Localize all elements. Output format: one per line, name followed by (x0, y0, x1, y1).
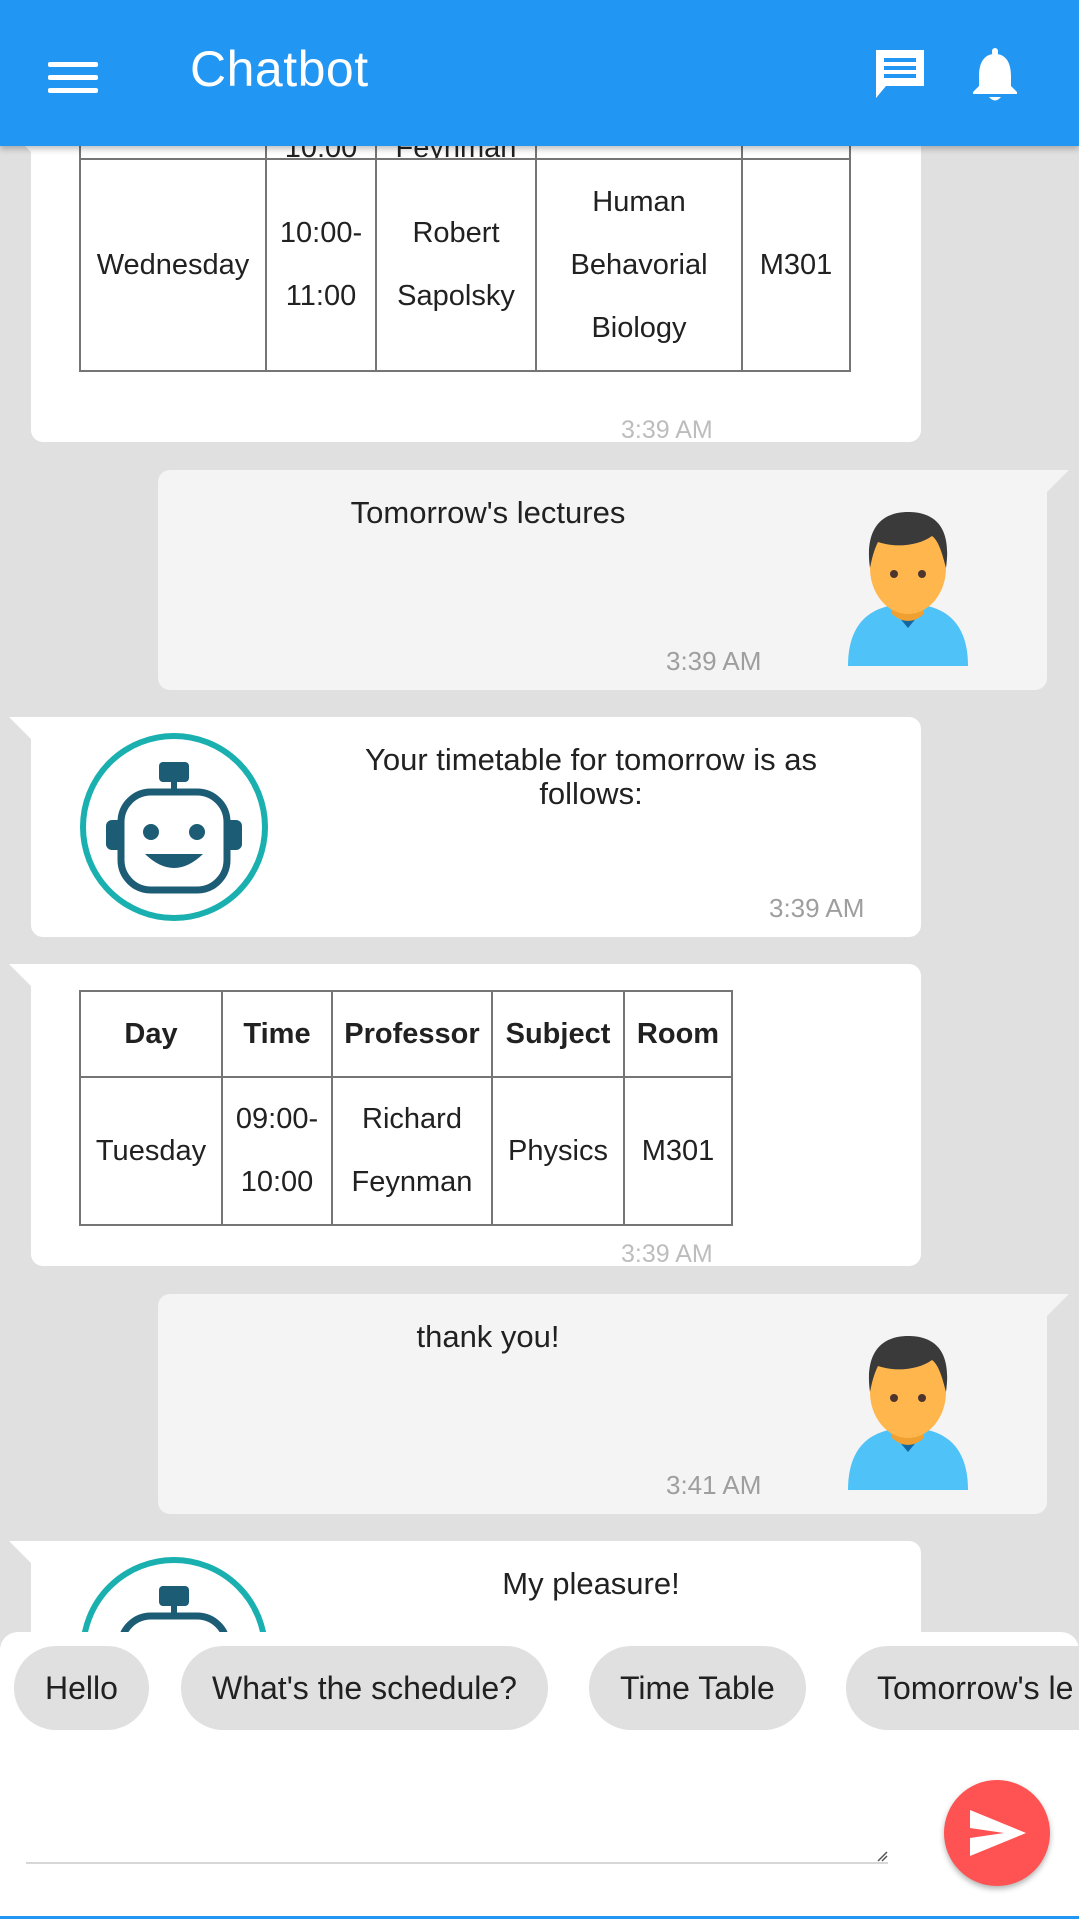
chat-messages[interactable]: 10:00 Feynman Wednesday 10:00-11:00 Robe… (0, 0, 1079, 1632)
table-header-row: Day Time Professor Subject Room (79, 990, 733, 1078)
input-underline (26, 1862, 888, 1864)
table-row: Wednesday 10:00- 11:00 Robert Sapolsky Hum… (79, 158, 851, 372)
table-cell-subject: Human Behavorial Biology (535, 158, 743, 372)
quick-reply-schedule[interactable]: What's the schedule? (181, 1646, 548, 1730)
bell-icon[interactable] (970, 46, 1020, 104)
user-message: thank you! 3:41 AM (158, 1294, 1069, 1514)
table-cell-day: Wednesday (79, 158, 267, 372)
bot-message-table-previous: 10:00 Feynman Wednesday 10:00-11:00 Robe… (9, 100, 921, 444)
table-cell-day: Tuesday (79, 1076, 223, 1226)
message-timestamp: 3:39 AM (621, 416, 713, 444)
chat-icon[interactable] (872, 46, 928, 102)
bot-message-table: Day Time Professor Subject Room Tuesday … (9, 964, 921, 1268)
table-row: Tuesday 09:00- 10:00 Richard Feynman Physi… (79, 1076, 733, 1226)
message-text: Tomorrow's lectures (350, 495, 626, 530)
table-cell-professor: Richard Feynman (331, 1076, 493, 1226)
menu-icon[interactable] (48, 62, 100, 93)
bot-avatar-icon (81, 1557, 267, 1632)
timetable: Day Time Professor Subject Room Tuesday … (79, 990, 733, 1226)
table-cell-time: 10:00- 11:00 (265, 158, 377, 372)
message-text: My pleasure! (502, 1566, 680, 1601)
composer: Hello What's the schedule? Time Table To… (0, 1632, 1079, 1919)
app-bar: Chatbot (0, 0, 1079, 146)
message-text: thank you! (416, 1319, 560, 1354)
message-timestamp: 3:39 AM (769, 893, 865, 923)
app-title: Chatbot (190, 41, 369, 97)
table-cell-time: 09:00- 10:00 (221, 1076, 333, 1226)
column-header-subject: Subject (491, 990, 625, 1078)
column-header-professor: Professor (331, 990, 493, 1078)
message-input[interactable] (26, 1762, 892, 1862)
user-message: Tomorrow's lectures 3:39 AM (158, 470, 1069, 690)
send-button[interactable] (944, 1780, 1050, 1886)
send-icon (970, 1810, 1026, 1856)
message-timestamp: 3:39 AM (666, 646, 762, 676)
column-header-room: Room (623, 990, 733, 1078)
bot-message: Your timetable for tomorrow is as follow… (9, 717, 921, 937)
quick-reply-tomorrow[interactable]: Tomorrow's le (846, 1646, 1079, 1730)
quick-reply-hello[interactable]: Hello (14, 1646, 149, 1730)
quick-reply-time-table[interactable]: Time Table (589, 1646, 806, 1730)
bot-message: My pleasure! (9, 1541, 921, 1632)
message-text: Your timetable for tomorrow is as follow… (365, 742, 817, 811)
table-cell-room: M301 (623, 1076, 733, 1226)
user-avatar-icon (848, 512, 968, 666)
message-timestamp: 3:41 AM (666, 1470, 762, 1500)
user-avatar-icon (848, 1336, 968, 1490)
table-cell-professor: Robert Sapolsky (375, 158, 537, 372)
message-timestamp: 3:39 AM (621, 1240, 713, 1268)
column-header-time: Time (221, 990, 333, 1078)
table-cell-room: M301 (741, 158, 851, 372)
bot-avatar-icon (80, 733, 268, 921)
table-cell-subject: Physics (491, 1076, 625, 1226)
resize-grip-icon[interactable] (876, 1850, 888, 1862)
column-header-day: Day (79, 990, 223, 1078)
